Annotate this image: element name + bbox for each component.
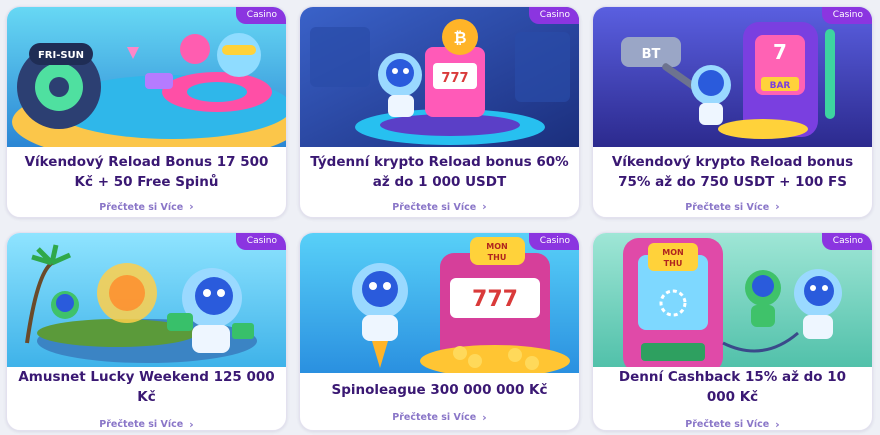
promo-illustration-slot-machine: 777 ₿ Casino bbox=[300, 7, 579, 147]
svg-text:THU: THU bbox=[488, 253, 507, 262]
read-more-link[interactable]: Přečtete si Více › bbox=[99, 417, 194, 431]
promo-title: Amusnet Lucky Weekend 125 000 Kč bbox=[18, 369, 275, 405]
promo-card-daily-cashback[interactable]: MON THU Casino Denní Cashback 15% až do … bbox=[592, 232, 873, 431]
read-more-label: Přečtete si Více bbox=[685, 419, 770, 430]
read-more-label: Přečtete si Více bbox=[99, 201, 184, 213]
art-text-bt: BT bbox=[642, 47, 661, 62]
svg-text:MON: MON bbox=[662, 248, 683, 257]
svg-text:₿: ₿ bbox=[453, 28, 466, 47]
promo-card-weekend-reload[interactable]: FRI-SUN Casino Víkendový Reload Bonus 17… bbox=[6, 6, 287, 218]
svg-text:MON: MON bbox=[486, 242, 507, 251]
promotions-grid: FRI-SUN Casino Víkendový Reload Bonus 17… bbox=[6, 6, 873, 431]
read-more-link[interactable]: Přečtete si Více › bbox=[99, 200, 194, 213]
promo-title: Denní Cashback 15% až do 10 000 Kč bbox=[618, 369, 847, 405]
promo-card-weekend-crypto-reload[interactable]: 7 BAR BT Casino Víkendový krypto Reload … bbox=[592, 6, 873, 218]
read-more-link[interactable]: Přečtete si Více › bbox=[392, 200, 487, 213]
chevron-right-icon: › bbox=[482, 200, 487, 213]
category-badge: Casino bbox=[528, 7, 579, 24]
svg-text:7: 7 bbox=[773, 40, 787, 64]
read-more-label: Přečtete si Více bbox=[685, 201, 770, 213]
art-text-777: 777 bbox=[441, 71, 468, 86]
category-badge: Casino bbox=[528, 233, 579, 250]
category-badge: Casino bbox=[821, 7, 872, 24]
promo-illustration-pool: FRI-SUN Casino bbox=[7, 7, 286, 147]
promo-title: Týdenní krypto Reload bonus 60% až do 1 … bbox=[310, 153, 569, 190]
svg-text:THU: THU bbox=[664, 259, 683, 268]
category-badge: Casino bbox=[235, 233, 286, 250]
read-more-link[interactable]: Přečtete si Více › bbox=[392, 410, 487, 424]
chevron-right-icon: › bbox=[189, 417, 194, 431]
chevron-right-icon: › bbox=[189, 200, 194, 213]
promo-illustration-hammer: 7 BAR BT Casino bbox=[593, 7, 872, 147]
art-text-777: 777 bbox=[472, 287, 518, 312]
read-more-label: Přečtete si Více bbox=[392, 412, 477, 423]
chevron-right-icon: › bbox=[775, 417, 780, 431]
promo-illustration-island: Casino bbox=[7, 233, 286, 367]
promo-card-spinoleague[interactable]: MON THU 777 Casino Spinoleague 300 000 0… bbox=[299, 232, 580, 431]
category-badge: Casino bbox=[235, 7, 286, 24]
art-text-bar: BAR bbox=[770, 81, 791, 91]
promo-card-weekly-crypto-reload[interactable]: 777 ₿ Casino Týdenní krypto Reload bonus… bbox=[299, 6, 580, 218]
chevron-right-icon: › bbox=[482, 410, 487, 424]
read-more-link[interactable]: Přečtete si Více › bbox=[685, 417, 780, 431]
promo-card-amusnet-lucky-weekend[interactable]: Casino Amusnet Lucky Weekend 125 000 Kč … bbox=[6, 232, 287, 431]
promo-title: Víkendový krypto Reload bonus 75% až do … bbox=[611, 153, 854, 190]
promo-illustration-jackpot: MON THU 777 Casino bbox=[300, 233, 579, 373]
chevron-right-icon: › bbox=[775, 200, 780, 213]
read-more-label: Přečtete si Více bbox=[99, 419, 184, 430]
category-badge: Casino bbox=[821, 233, 872, 250]
promo-title: Spinoleague 300 000 000 Kč bbox=[331, 382, 548, 398]
promo-illustration-atm: MON THU Casino bbox=[593, 233, 872, 367]
read-more-label: Přečtete si Více bbox=[392, 201, 477, 213]
art-text-fri-sun: FRI-SUN bbox=[38, 50, 84, 61]
read-more-link[interactable]: Přečtete si Více › bbox=[685, 200, 780, 213]
promo-title: Víkendový Reload Bonus 17 500 Kč + 50 Fr… bbox=[24, 153, 269, 190]
